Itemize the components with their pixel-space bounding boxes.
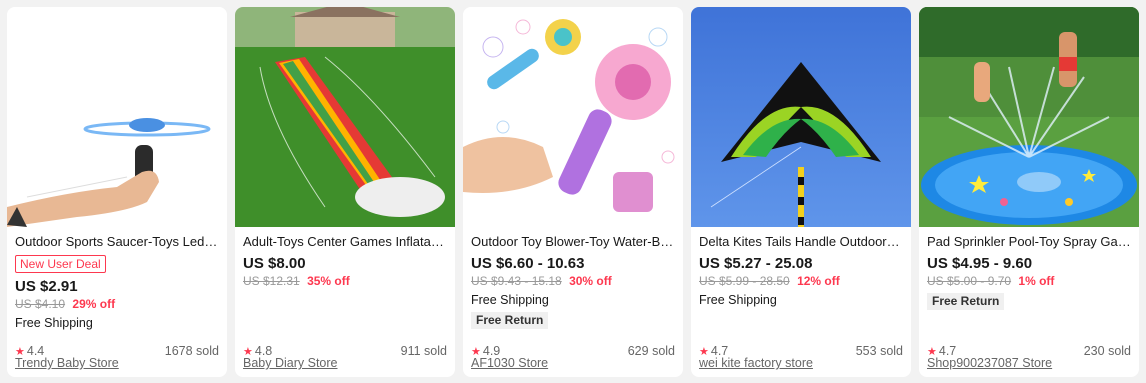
product-grid: Outdoor Sports Saucer-Toys Led-Li... New… — [0, 0, 1146, 383]
product-price: US $2.91 — [15, 278, 78, 295]
discount-label: 29% off — [72, 297, 116, 311]
store-link[interactable]: Shop900237087 Store — [927, 356, 1131, 371]
original-price: US $5.00 - 9.70 — [927, 274, 1012, 288]
original-price: US $9.43 - 15.18 — [471, 274, 562, 288]
free-return-badge: Free Return — [471, 312, 549, 329]
discount-label: 35% off — [307, 274, 350, 288]
product-title[interactable]: Pad Sprinkler Pool-Toy Spray Gam... — [927, 234, 1131, 250]
delta-kite-image[interactable] — [691, 7, 911, 227]
discount-label: 12% off — [797, 274, 840, 288]
shipping-label: Free Shipping — [699, 293, 777, 307]
product-info: Pad Sprinkler Pool-Toy Spray Gam... US $… — [919, 227, 1139, 377]
discount-label: 1% off — [1018, 274, 1055, 288]
old-price-row: US $4.10 29% off — [15, 297, 219, 312]
old-price-row: US $5.99 - 28.50 12% off — [699, 274, 903, 289]
product-info: Outdoor Sports Saucer-Toys Led-Li... New… — [7, 227, 227, 377]
product-price: US $6.60 - 10.63 — [471, 255, 585, 272]
original-price: US $12.31 — [243, 274, 300, 288]
product-price: US $5.27 - 25.08 — [699, 255, 813, 272]
flying-saucer-toy-image[interactable] — [7, 7, 227, 227]
product-title[interactable]: Adult-Toys Center Games Inflatabl... — [243, 234, 447, 250]
old-price-row: US $5.00 - 9.70 1% off — [927, 274, 1131, 289]
product-title[interactable]: Outdoor Toy Blower-Toy Water-Bu... — [471, 234, 675, 250]
product-info: Adult-Toys Center Games Inflatabl... US … — [235, 227, 455, 377]
product-title[interactable]: Outdoor Sports Saucer-Toys Led-Li... — [15, 234, 219, 250]
original-price: US $4.10 — [15, 297, 66, 311]
product-title[interactable]: Delta Kites Tails Handle Outdoor-T... — [699, 234, 903, 250]
store-link[interactable]: wei kite factory store — [699, 356, 903, 371]
product-price: US $8.00 — [243, 255, 306, 272]
product-card[interactable]: Outdoor Toy Blower-Toy Water-Bu... US $6… — [463, 7, 683, 377]
new-user-deal-badge: New User Deal — [15, 255, 106, 273]
free-return-badge: Free Return — [927, 293, 1005, 310]
bubble-wand-image[interactable] — [463, 7, 683, 227]
product-card[interactable]: Delta Kites Tails Handle Outdoor-T... US… — [691, 7, 911, 377]
shipping-label: Free Shipping — [471, 293, 549, 307]
shipping-label: Free Shipping — [15, 316, 93, 330]
store-link[interactable]: Baby Diary Store — [243, 356, 447, 371]
discount-label: 30% off — [569, 274, 612, 288]
old-price-row: US $9.43 - 15.18 30% off — [471, 274, 675, 289]
product-card[interactable]: Outdoor Sports Saucer-Toys Led-Li... New… — [7, 7, 227, 377]
store-link[interactable]: Trendy Baby Store — [15, 356, 219, 371]
original-price: US $5.99 - 28.50 — [699, 274, 790, 288]
product-info: Delta Kites Tails Handle Outdoor-T... US… — [691, 227, 911, 377]
store-link[interactable]: AF1030 Store — [471, 356, 675, 371]
sprinkler-pad-image[interactable] — [919, 7, 1139, 227]
product-card[interactable]: Adult-Toys Center Games Inflatabl... US … — [235, 7, 455, 377]
old-price-row: US $12.31 35% off — [243, 274, 447, 289]
product-card[interactable]: Pad Sprinkler Pool-Toy Spray Gam... US $… — [919, 7, 1139, 377]
product-info: Outdoor Toy Blower-Toy Water-Bu... US $6… — [463, 227, 683, 377]
rainbow-water-slide-image[interactable] — [235, 7, 455, 227]
product-price: US $4.95 - 9.60 — [927, 255, 1033, 272]
